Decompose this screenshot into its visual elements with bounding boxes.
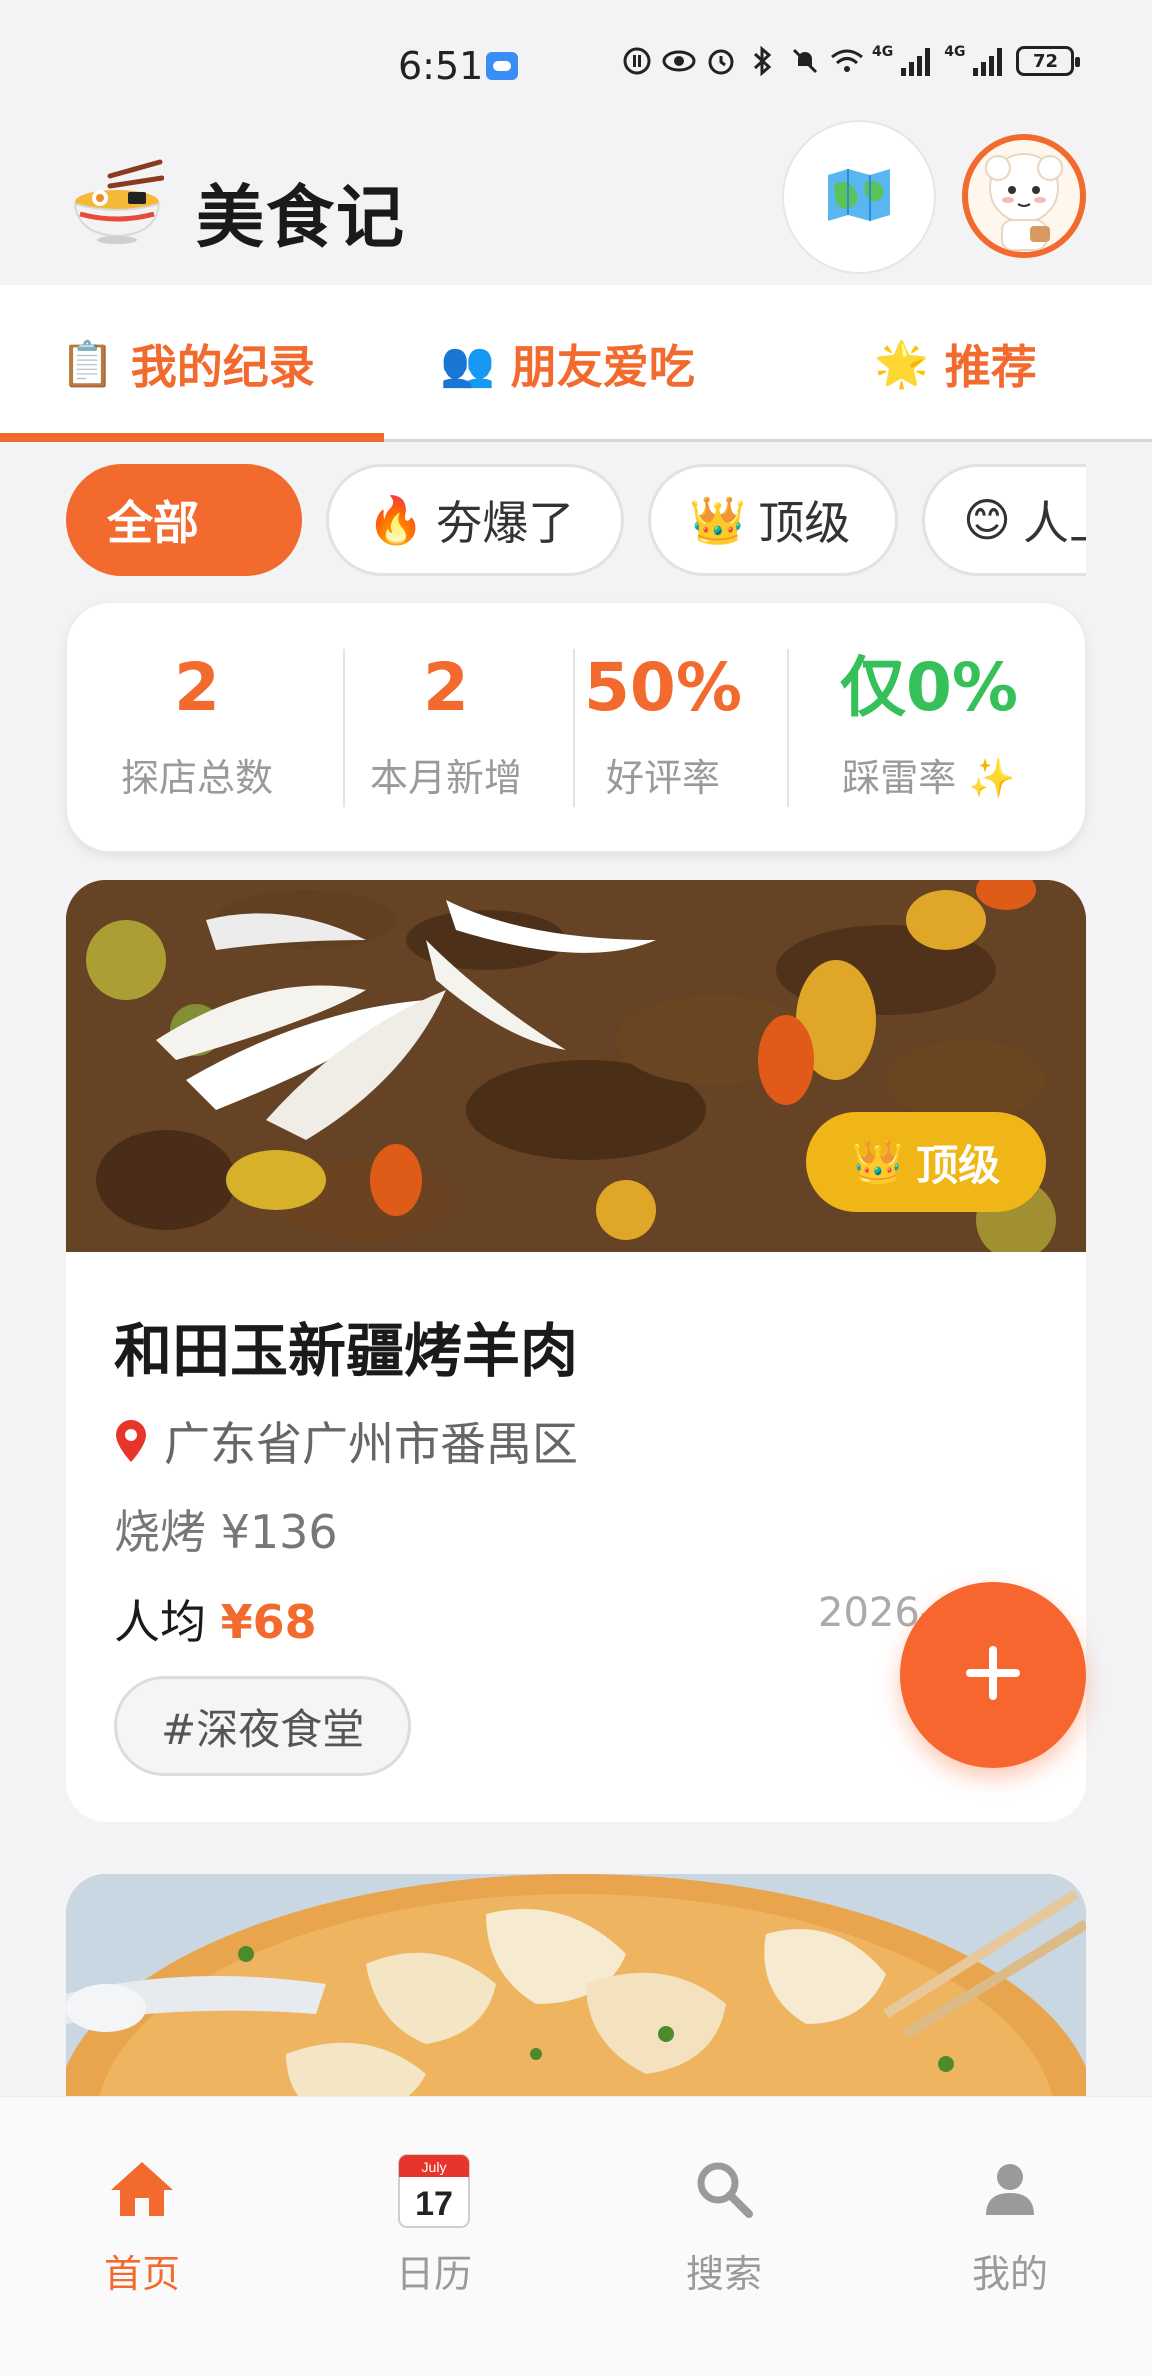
- mute-icon: [788, 44, 822, 78]
- stat-value: 2: [423, 648, 469, 726]
- battery-indicator: 72: [1016, 46, 1081, 76]
- stat-divider: [343, 649, 345, 807]
- filter-chip-top[interactable]: 👑 顶级: [648, 464, 898, 576]
- nav-profile[interactable]: 我的: [910, 2149, 1110, 2298]
- filter-chip-great[interactable]: 😊 人上人: [922, 464, 1086, 576]
- smile-icon: 😊: [963, 493, 1011, 547]
- nav-home[interactable]: 首页: [42, 2149, 242, 2298]
- crown-icon: 👑: [851, 1137, 905, 1186]
- add-record-button[interactable]: [900, 1582, 1086, 1768]
- food-photo: [66, 1874, 1086, 2134]
- status-time: 6:51: [398, 44, 484, 88]
- app-title: 美食记: [196, 179, 407, 258]
- stat-label: 本月新增: [369, 755, 522, 800]
- fire-icon: 🔥: [367, 492, 425, 547]
- active-tab-indicator: [0, 433, 384, 442]
- price-label: 人均: [114, 1595, 221, 1649]
- bottom-navigation: 首页 July 17 日历 搜索 我的: [0, 2096, 1152, 2376]
- hd-icon: [620, 44, 654, 78]
- status-icons: 4G 4G 72: [620, 44, 1081, 78]
- net-type-1: 4G: [872, 44, 894, 60]
- stat-divider: [573, 649, 575, 807]
- stat-new-this-month: 2 本月新增: [351, 603, 541, 853]
- filter-chips: 全部 🔥 夯爆了 👑 顶级 😊 人上人: [66, 462, 1086, 578]
- stat-total-visits: 2 探店总数: [107, 603, 287, 853]
- tab-my-records[interactable]: 📋 我的纪录: [60, 285, 315, 442]
- chip-label: 夯爆了: [436, 496, 575, 550]
- tab-recommend[interactable]: 🌟 推荐: [874, 285, 1037, 442]
- person-icon: [970, 2149, 1050, 2229]
- price-value: ¥68: [220, 1595, 317, 1649]
- pin-icon: [114, 1418, 148, 1464]
- tab-label: 推荐: [944, 339, 1037, 394]
- grade-badge-label: 顶级: [916, 1140, 1001, 1190]
- crown-icon: 👑: [689, 492, 747, 547]
- restaurant-location: 广东省广州市番禺区: [114, 1408, 578, 1474]
- bluetooth-icon: [746, 44, 780, 78]
- nav-calendar[interactable]: July 17 日历: [334, 2149, 534, 2298]
- tab-label: 我的纪录: [130, 339, 315, 394]
- plus-icon: [962, 1642, 1024, 1708]
- chip-label: 全部: [107, 496, 199, 550]
- location-text: 广东省广州市番禺区: [164, 1417, 578, 1471]
- food-photo: 👑 顶级: [66, 880, 1086, 1252]
- home-icon: [102, 2149, 182, 2229]
- tab-friends-favorites[interactable]: 👥 朋友爱吃: [440, 285, 695, 442]
- alarm-icon: [704, 44, 738, 78]
- signal-icon: [901, 46, 931, 76]
- calendar-day: 17: [415, 2185, 453, 2223]
- app-screen: 6:51 4G 4G 72 美食记 📋 我的纪录 👥 朋友爱吃 🌟 推荐 全部 …: [0, 0, 1152, 2376]
- grade-badge: 👑 顶级: [806, 1112, 1046, 1212]
- stat-value: 2: [174, 648, 220, 726]
- stat-divider: [787, 649, 789, 807]
- noodle-bowl-icon: [70, 156, 165, 246]
- restaurant-name: 和田玉新疆烤羊肉: [114, 1317, 579, 1385]
- search-icon: [684, 2149, 764, 2229]
- stat-label: 踩雷率 ✨: [842, 755, 1016, 800]
- nav-label: 首页: [103, 2252, 180, 2296]
- filter-chip-hot[interactable]: 🔥 夯爆了: [326, 464, 624, 576]
- stat-label: 探店总数: [120, 755, 273, 800]
- dish-category-price: 烧烤 ¥136: [114, 1505, 338, 1559]
- per-person-price: 人均 ¥68: [114, 1586, 317, 1652]
- filter-chip-all[interactable]: 全部: [66, 464, 302, 576]
- stat-fail-rate: 仅0% 踩雷率 ✨: [809, 603, 1049, 853]
- map-icon: [824, 167, 894, 227]
- chip-label: 人上人: [1022, 496, 1086, 550]
- app-header: 美食记: [0, 110, 1152, 285]
- signal-icon-2: [973, 46, 1003, 76]
- stat-positive-rate: 50% 好评率: [583, 603, 743, 853]
- avatar[interactable]: [962, 134, 1086, 258]
- tab-label: 朋友爱吃: [510, 339, 695, 394]
- wifi-icon: [830, 44, 864, 78]
- stats-card: 2 探店总数 2 本月新增 50% 好评率 仅0% 踩雷率 ✨: [66, 602, 1086, 852]
- calendar-icon: July 17: [394, 2149, 474, 2229]
- star-icon: 🌟: [874, 338, 929, 390]
- nav-search[interactable]: 搜索: [624, 2149, 824, 2298]
- eye-icon: [662, 44, 696, 78]
- clipboard-icon: 📋: [60, 338, 115, 390]
- tag-chip[interactable]: #深夜食堂: [114, 1676, 412, 1776]
- main-tabs: 📋 我的纪录 👥 朋友爱吃 🌟 推荐: [0, 285, 1152, 442]
- food-record-card[interactable]: [66, 1874, 1086, 2134]
- nav-label: 我的: [971, 2252, 1048, 2296]
- net-type-2: 4G: [944, 44, 966, 60]
- chip-label: 顶级: [758, 496, 851, 550]
- stat-value: 仅0%: [839, 648, 1019, 726]
- cloud-icon: [486, 52, 518, 80]
- stat-value: 50%: [584, 648, 742, 726]
- map-button[interactable]: [782, 120, 936, 274]
- calendar-month: July: [422, 2159, 447, 2175]
- nav-label: 搜索: [685, 2252, 762, 2296]
- friends-icon: 👥: [440, 338, 495, 390]
- stat-label: 好评率: [605, 755, 720, 800]
- nav-label: 日历: [395, 2252, 472, 2296]
